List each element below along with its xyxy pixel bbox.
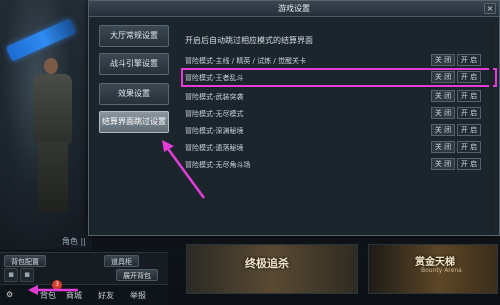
setting-label: 冒险模式-主线 / 精英 / 试炼 / 觉醒关卡 [185, 57, 306, 65]
setting-row-highlighted: 冒险模式-王者乱斗 关 闭 开 启 [181, 68, 497, 87]
bottom-status-bar: ⚙ 背包 商城 好友 举报 [0, 284, 168, 305]
character-legs [38, 142, 68, 212]
report-tab[interactable]: 举报 [130, 290, 146, 301]
disable-button[interactable]: 关 闭 [431, 141, 455, 153]
enable-button[interactable]: 开 启 [457, 90, 481, 102]
enable-button[interactable]: 开 启 [457, 124, 481, 136]
content-scrollbar[interactable] [489, 21, 493, 233]
character-head [44, 58, 58, 74]
game-screen: 角色 || 背包配置 道具柜 ▪ ▪ 展开背包 ⚙ 背包 商城 好友 举报 3 … [0, 0, 500, 305]
disable-button[interactable]: 关 闭 [431, 158, 455, 170]
banner-title: 赏金天梯 [415, 257, 455, 268]
enable-button[interactable]: 开 启 [457, 71, 481, 83]
character-body [34, 74, 72, 144]
mall-tab[interactable]: 商城 [66, 290, 82, 301]
slot-icon[interactable]: ▪ [20, 268, 34, 282]
event-banner[interactable]: 终极追杀 [186, 244, 358, 294]
setting-label: 冒险模式-王者乱斗 [185, 74, 244, 82]
game-settings-dialog: 游戏设置 × 大厅常规设置 战斗引擎设置 效果设置 结算界面跳过设置 开启后自动… [88, 0, 500, 236]
notification-badge: 3 [52, 280, 62, 290]
dialog-header: 游戏设置 × [89, 1, 499, 17]
setting-row: 冒险模式-深渊秘境 关 闭 开 启 [185, 123, 493, 138]
banner-title: 终极追杀 [245, 257, 289, 270]
disable-button[interactable]: 关 闭 [431, 71, 455, 83]
disable-button[interactable]: 关 闭 [431, 124, 455, 136]
settings-nav: 大厅常规设置 战斗引擎设置 效果设置 结算界面跳过设置 [93, 21, 173, 233]
setting-label: 冒险模式-无尽角斗场 [185, 161, 251, 169]
nav-combat-engine-settings[interactable]: 战斗引擎设置 [99, 53, 169, 75]
enable-button[interactable]: 开 启 [457, 107, 481, 119]
item-cabinet-button[interactable]: 道具柜 [104, 255, 139, 267]
settings-description: 开启后自动跳过相应模式的结算界面 [185, 36, 313, 45]
nav-skip-settlement-settings[interactable]: 结算界面跳过设置 [99, 111, 169, 133]
setting-row: 冒险模式-无尽角斗场 关 闭 开 启 [185, 157, 493, 172]
dialog-title: 游戏设置 [278, 4, 310, 13]
banner-subtitle: Bounty Arena [421, 267, 462, 274]
weapon-image [5, 18, 77, 62]
setting-label: 冒险模式-遗落秘境 [185, 144, 244, 152]
setting-label: 冒险模式-深渊秘境 [185, 127, 244, 135]
settings-content: 开启后自动跳过相应模式的结算界面 冒险模式-主线 / 精英 / 试炼 / 觉醒关… [179, 21, 497, 233]
disable-button[interactable]: 关 闭 [431, 90, 455, 102]
setting-row: 冒险模式-遗落秘境 关 闭 开 启 [185, 140, 493, 155]
disable-button[interactable]: 关 闭 [431, 54, 455, 66]
bag-tab[interactable]: 背包 [40, 290, 56, 301]
setting-label: 冒险模式-武装突袭 [185, 93, 244, 101]
setting-label: 冒险模式-无尽模式 [185, 110, 244, 118]
nav-lobby-settings[interactable]: 大厅常规设置 [99, 25, 169, 47]
close-button[interactable]: × [484, 3, 496, 14]
setting-row: 冒险模式-无尽模式 关 闭 开 启 [185, 106, 493, 121]
character-label: 角色 || [62, 237, 86, 246]
nav-effects-settings[interactable]: 效果设置 [99, 83, 169, 105]
expand-bag-button[interactable]: 展开背包 [116, 269, 158, 281]
enable-button[interactable]: 开 启 [457, 141, 481, 153]
setting-row: 冒险模式-武装突袭 关 闭 开 启 [185, 89, 493, 104]
slot-icon[interactable]: ▪ [4, 268, 18, 282]
setting-row: 冒险模式-主线 / 精英 / 试炼 / 觉醒关卡 关 闭 开 启 [185, 53, 493, 68]
enable-button[interactable]: 开 启 [457, 158, 481, 170]
enable-button[interactable]: 开 启 [457, 54, 481, 66]
event-banner[interactable]: 赏金天梯 Bounty Arena [368, 244, 498, 294]
settings-gear-icon[interactable]: ⚙ [6, 290, 13, 299]
disable-button[interactable]: 关 闭 [431, 107, 455, 119]
character-display [0, 0, 92, 250]
backpack-config-button[interactable]: 背包配置 [4, 255, 46, 267]
friends-tab[interactable]: 好友 [98, 290, 114, 301]
